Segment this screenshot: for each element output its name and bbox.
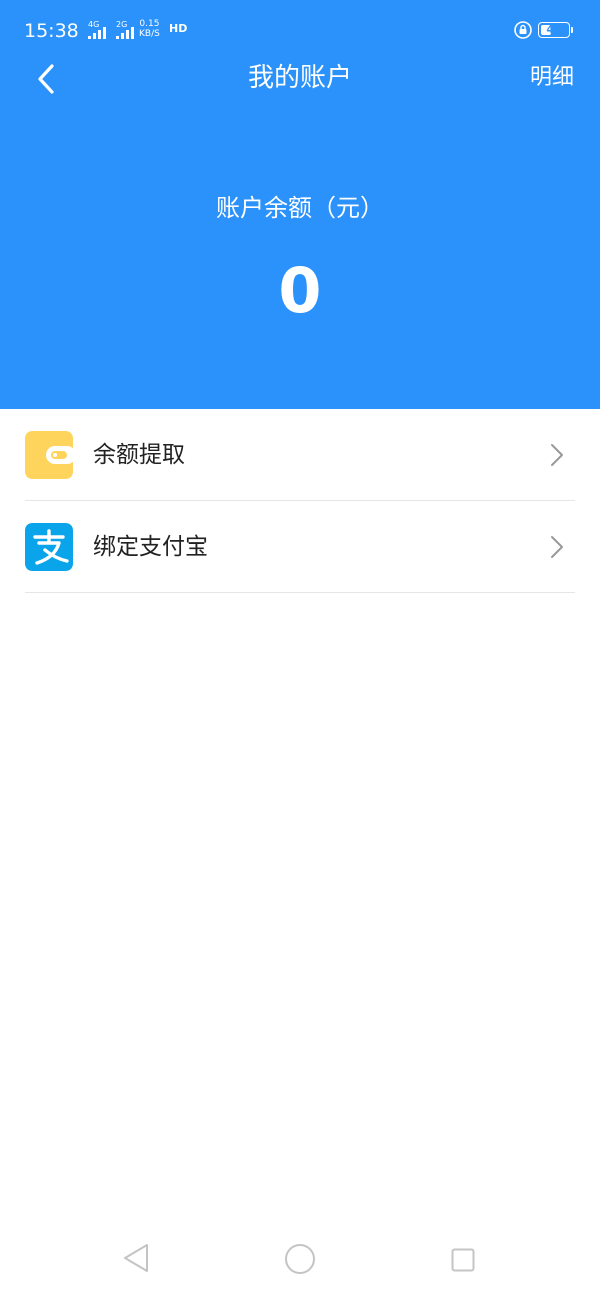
menu-item-label: 余额提取: [93, 442, 185, 468]
chevron-right-icon: [551, 536, 563, 558]
page-title: 我的账户: [247, 63, 352, 93]
battery-icon: 40: [538, 22, 570, 38]
net-speed-unit: KB/S: [139, 29, 160, 39]
net-speed: 0.15 KB/S: [139, 19, 160, 39]
signal-1-label: 4G: [88, 20, 99, 29]
net-speed-value: 0.15: [139, 19, 160, 29]
triangle-back-icon[interactable]: [121, 1242, 151, 1274]
rotation-lock-icon: [514, 21, 532, 39]
signal-icons: 4G 2G: [88, 20, 134, 39]
divider: [25, 592, 575, 593]
menu-item-withdraw[interactable]: 余额提取: [0, 409, 600, 501]
wallet-icon: [25, 431, 73, 479]
balance-value: 0: [278, 254, 322, 327]
alipay-icon: [25, 523, 73, 571]
circle-home-icon[interactable]: [284, 1243, 316, 1275]
status-bar: 15:38 4G 2G 0.15 KB/S HD 40: [0, 0, 600, 60]
detail-button[interactable]: 明细: [530, 60, 574, 96]
system-navigation-bar: [0, 1226, 600, 1296]
signal-2-label: 2G: [116, 20, 127, 29]
account-header: 15:38 4G 2G 0.15 KB/S HD 40 我的账户 明细 账户余额…: [0, 0, 600, 409]
square-recent-icon[interactable]: [451, 1248, 475, 1272]
back-button[interactable]: [26, 56, 70, 102]
status-time: 15:38: [24, 20, 79, 42]
menu-item-bind-alipay[interactable]: 绑定支付宝: [0, 501, 600, 593]
menu-item-label: 绑定支付宝: [93, 534, 208, 560]
chevron-right-icon: [551, 444, 563, 466]
balance-label: 账户余额（元）: [216, 194, 384, 222]
account-screen: 15:38 4G 2G 0.15 KB/S HD 40 我的账户 明细 账户余额…: [0, 0, 600, 1301]
hd-badge: HD: [169, 22, 188, 35]
chevron-left-icon: [38, 64, 54, 94]
battery-level-text: 40: [546, 23, 562, 36]
